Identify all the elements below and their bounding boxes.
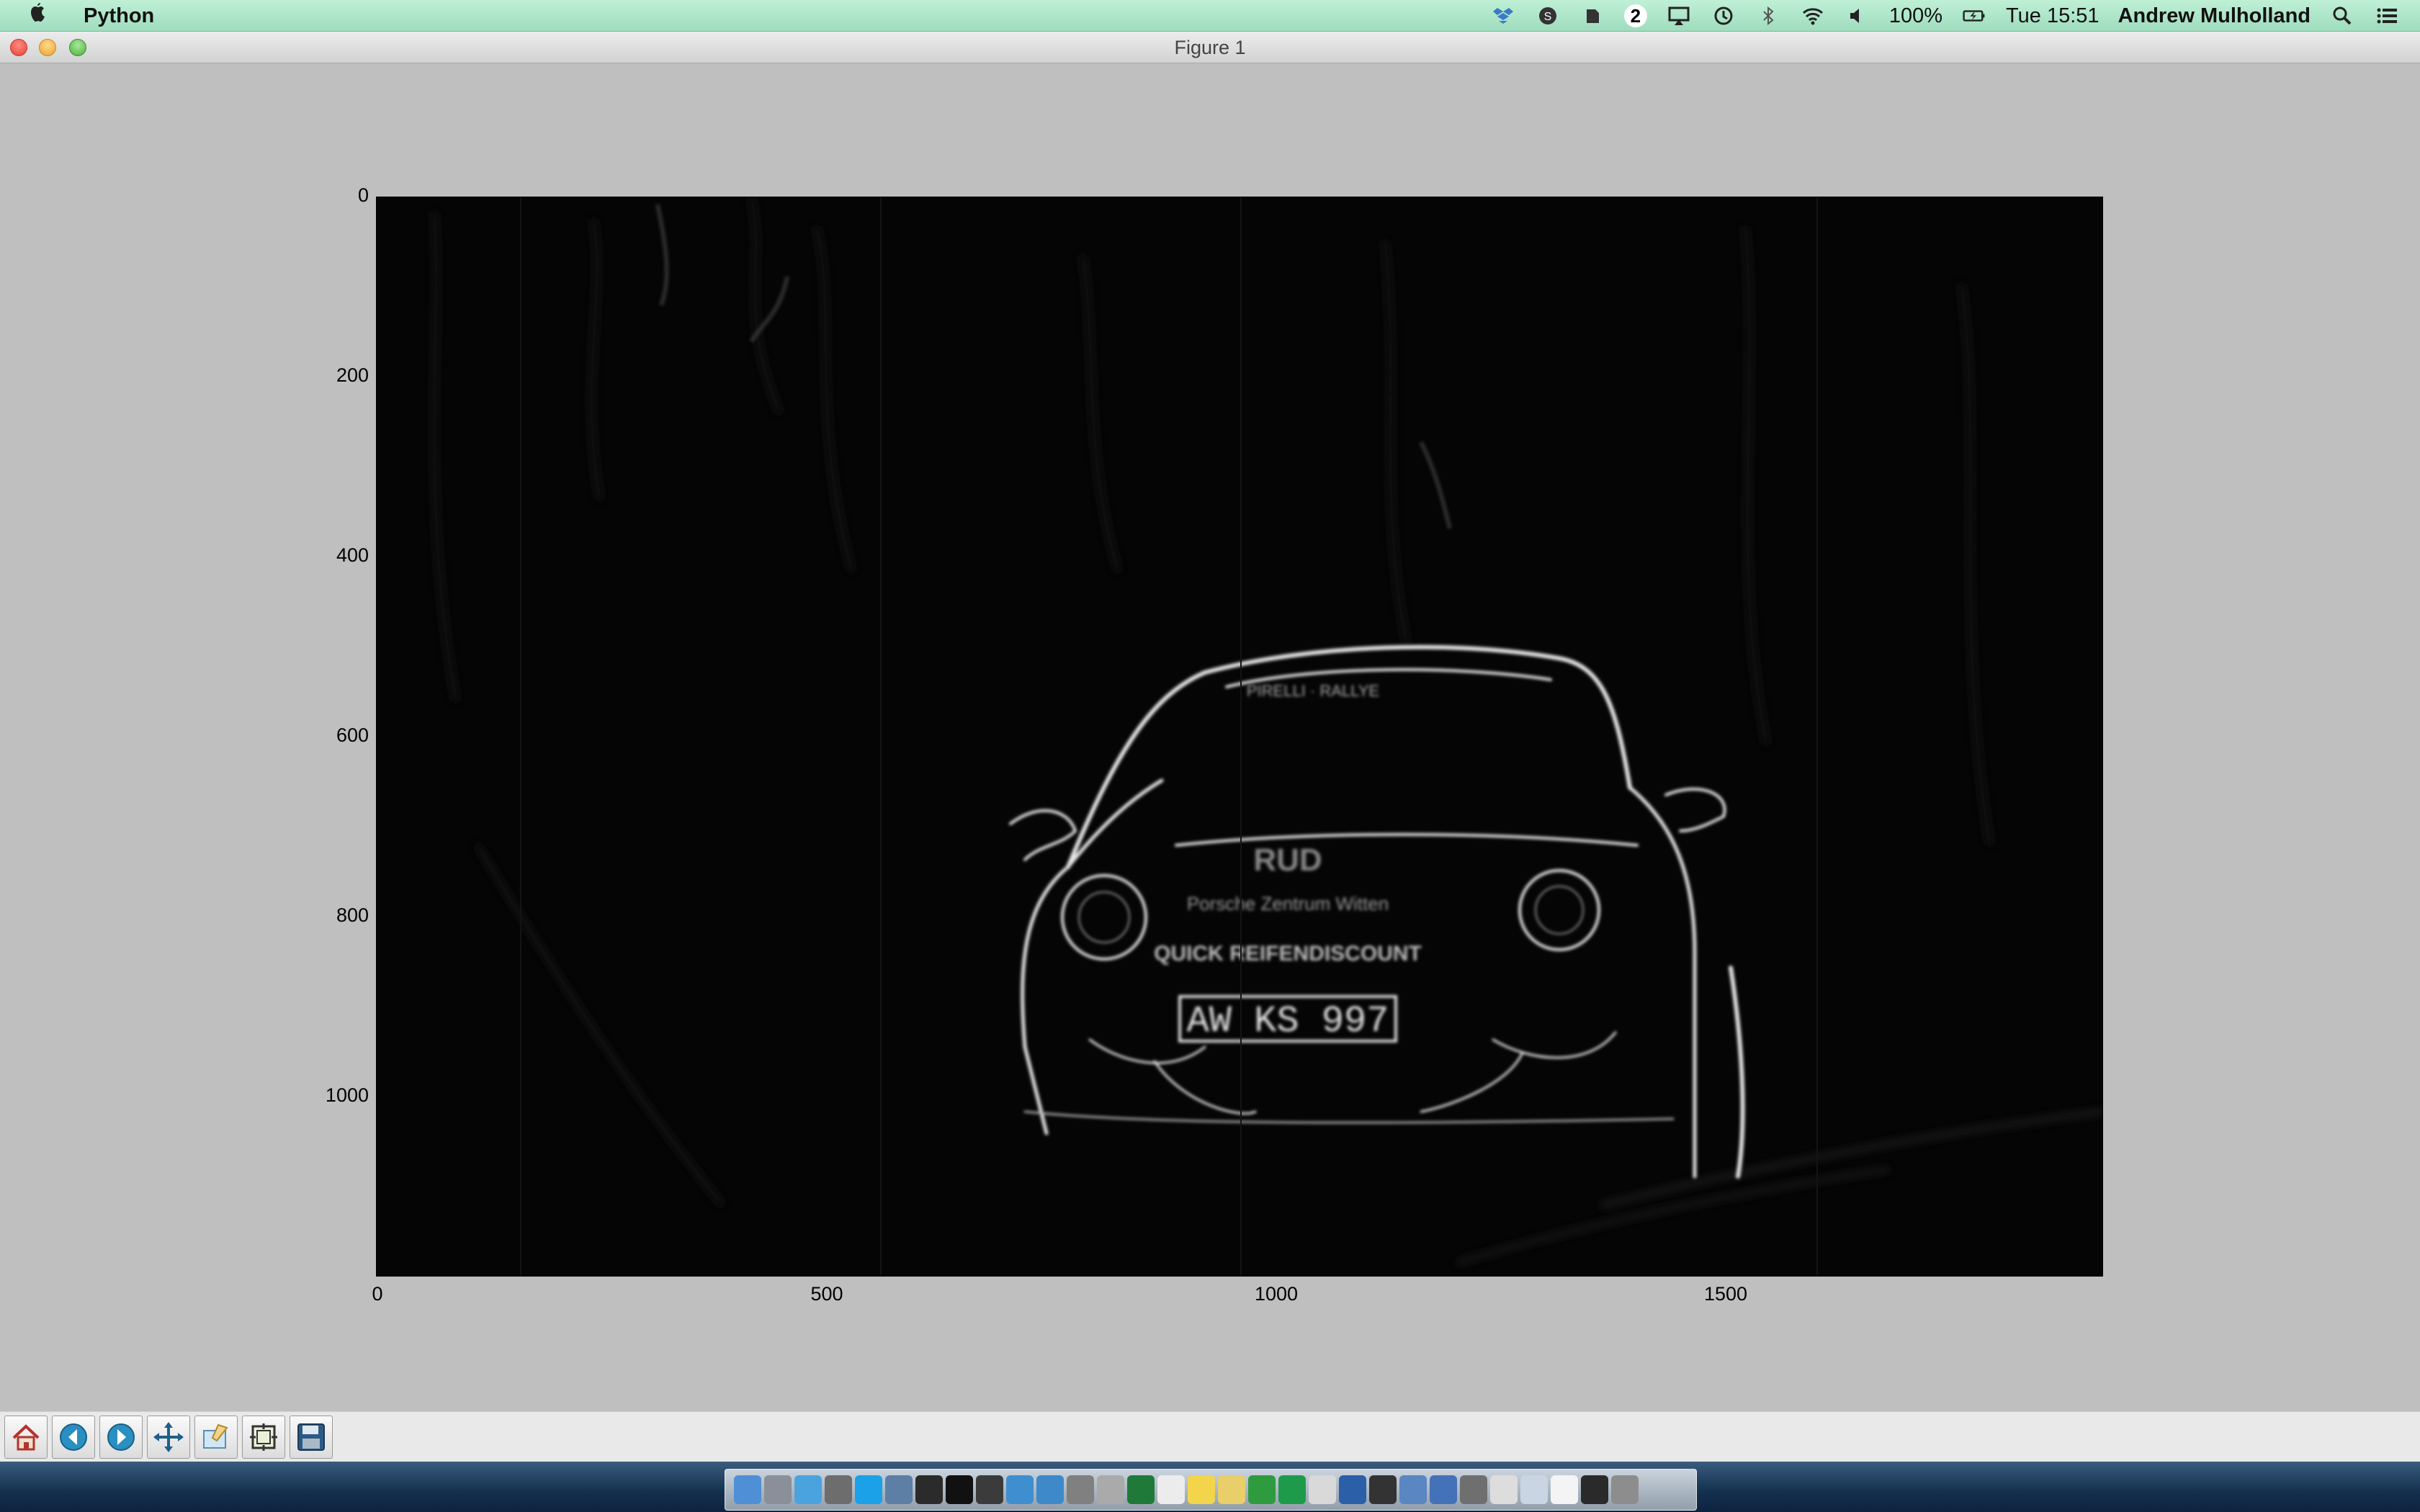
- floppy-disk-icon: [297, 1423, 325, 1451]
- skype-icon[interactable]: S: [1535, 4, 1561, 27]
- forward-button[interactable]: [99, 1415, 143, 1459]
- svg-text:PIRELLI · RALLYE: PIRELLI · RALLYE: [1247, 682, 1379, 700]
- pan-button[interactable]: [147, 1415, 190, 1459]
- utility-icon[interactable]: [1097, 1475, 1124, 1504]
- notification-center-icon[interactable]: [2374, 4, 2400, 27]
- volume-icon[interactable]: [1845, 4, 1870, 27]
- minimized-window-icon[interactable]: [1581, 1475, 1608, 1504]
- finder-icon[interactable]: [734, 1475, 761, 1504]
- notes-icon[interactable]: [1218, 1475, 1245, 1504]
- kindle-icon[interactable]: [1369, 1475, 1397, 1504]
- safari-icon[interactable]: [794, 1475, 822, 1504]
- window-thumbnail-icon[interactable]: [1551, 1475, 1578, 1504]
- wifi-icon[interactable]: [1800, 4, 1826, 27]
- y-tick-label: 1000: [325, 1084, 369, 1106]
- system-prefs-icon[interactable]: [1067, 1475, 1094, 1504]
- app-store-icon[interactable]: [1430, 1475, 1457, 1504]
- itunes-icon[interactable]: [1036, 1475, 1064, 1504]
- home-icon: [12, 1423, 40, 1450]
- spotlight-icon[interactable]: [2329, 4, 2355, 27]
- preview-icon[interactable]: [885, 1475, 913, 1504]
- menubar-clock[interactable]: Tue 15:51: [2006, 4, 2099, 28]
- x-tick-label: 1000: [1254, 1283, 1299, 1305]
- chrome-icon[interactable]: [1006, 1475, 1034, 1504]
- x-tick-label: 500: [810, 1283, 843, 1305]
- svg-text:RUD: RUD: [1253, 842, 1322, 878]
- user-menu[interactable]: Andrew Mulholland: [2118, 4, 2311, 28]
- google-drive-icon[interactable]: [1520, 1475, 1548, 1504]
- skype-dock-icon[interactable]: [855, 1475, 882, 1504]
- y-tick-label: 800: [336, 904, 369, 926]
- window-titlebar: Figure 1: [0, 32, 2420, 63]
- svg-text:S: S: [1544, 11, 1552, 23]
- word-icon[interactable]: [1339, 1475, 1366, 1504]
- document-icon[interactable]: [1490, 1475, 1518, 1504]
- forward-arrow-icon: [107, 1423, 135, 1451]
- svg-text:AW KS 997: AW KS 997: [1187, 1000, 1389, 1043]
- battery-icon[interactable]: [1961, 4, 1987, 27]
- notification-badge[interactable]: 2: [1623, 4, 1647, 27]
- bluetooth-icon[interactable]: [1755, 4, 1781, 27]
- app-name-menu[interactable]: Python: [84, 4, 154, 28]
- evernote-dock-icon[interactable]: [1278, 1475, 1306, 1504]
- navigation-toolbar: [0, 1411, 2420, 1462]
- pan-move-icon: [153, 1421, 184, 1452]
- app-icon[interactable]: [825, 1475, 852, 1504]
- dock: [725, 1469, 1697, 1511]
- trash-icon[interactable]: [1611, 1475, 1639, 1504]
- zoom-button[interactable]: [194, 1415, 238, 1459]
- edge-detected-image: AW KS 997 QUICK REIFENDISCOUNT Porsche Z…: [433, 197, 2102, 1276]
- subplots-button[interactable]: [242, 1415, 285, 1459]
- y-tick-label: 200: [336, 364, 369, 386]
- terminal-icon[interactable]: [946, 1475, 973, 1504]
- save-button[interactable]: [290, 1415, 333, 1459]
- back-arrow-icon: [60, 1423, 87, 1451]
- messages-icon[interactable]: [1248, 1475, 1276, 1504]
- utility-icon-2[interactable]: [1460, 1475, 1487, 1504]
- airplay-icon[interactable]: [1666, 4, 1692, 27]
- y-tick-label: 600: [336, 724, 369, 746]
- x-tick-label: 0: [372, 1283, 383, 1305]
- zoom-rect-icon: [203, 1423, 228, 1449]
- menubar: Python S 2 100% Tue 15:51 Andrew Mulholl…: [0, 0, 2420, 32]
- x-tick-label: 1500: [1703, 1283, 1748, 1305]
- textedit-icon[interactable]: [1157, 1475, 1185, 1504]
- svg-text:Porsche Zentrum Witten: Porsche Zentrum Witten: [1187, 893, 1389, 914]
- subplots-config-icon: [250, 1423, 277, 1451]
- xcode-icon[interactable]: [1399, 1475, 1427, 1504]
- pages-icon[interactable]: [1309, 1475, 1336, 1504]
- battery-percent: 100%: [1888, 4, 1943, 27]
- y-tick-label: 400: [336, 544, 369, 566]
- dashboard-icon[interactable]: [976, 1475, 1003, 1504]
- y-tick-label: 0: [357, 184, 369, 206]
- apple-menu-icon[interactable]: [26, 1, 48, 31]
- back-button[interactable]: [52, 1415, 95, 1459]
- activity-monitor-icon[interactable]: [915, 1475, 943, 1504]
- evernote-icon[interactable]: [1579, 4, 1605, 27]
- window-title: Figure 1: [1174, 37, 1246, 58]
- image-axes[interactable]: AW KS 997 QUICK REIFENDISCOUNT Porsche Z…: [376, 197, 2103, 1277]
- dropbox-icon[interactable]: [1490, 4, 1516, 27]
- launchpad-icon[interactable]: [764, 1475, 792, 1504]
- figure-canvas: 0 200 400 600 800 1000 0 500 1000 1500 A…: [0, 63, 2420, 1411]
- home-button[interactable]: [4, 1415, 48, 1459]
- time-machine-icon[interactable]: [1711, 4, 1736, 27]
- svg-text:QUICK REIFENDISCOUNT: QUICK REIFENDISCOUNT: [1154, 942, 1422, 966]
- excel-icon[interactable]: [1127, 1475, 1155, 1504]
- stickies-icon[interactable]: [1188, 1475, 1215, 1504]
